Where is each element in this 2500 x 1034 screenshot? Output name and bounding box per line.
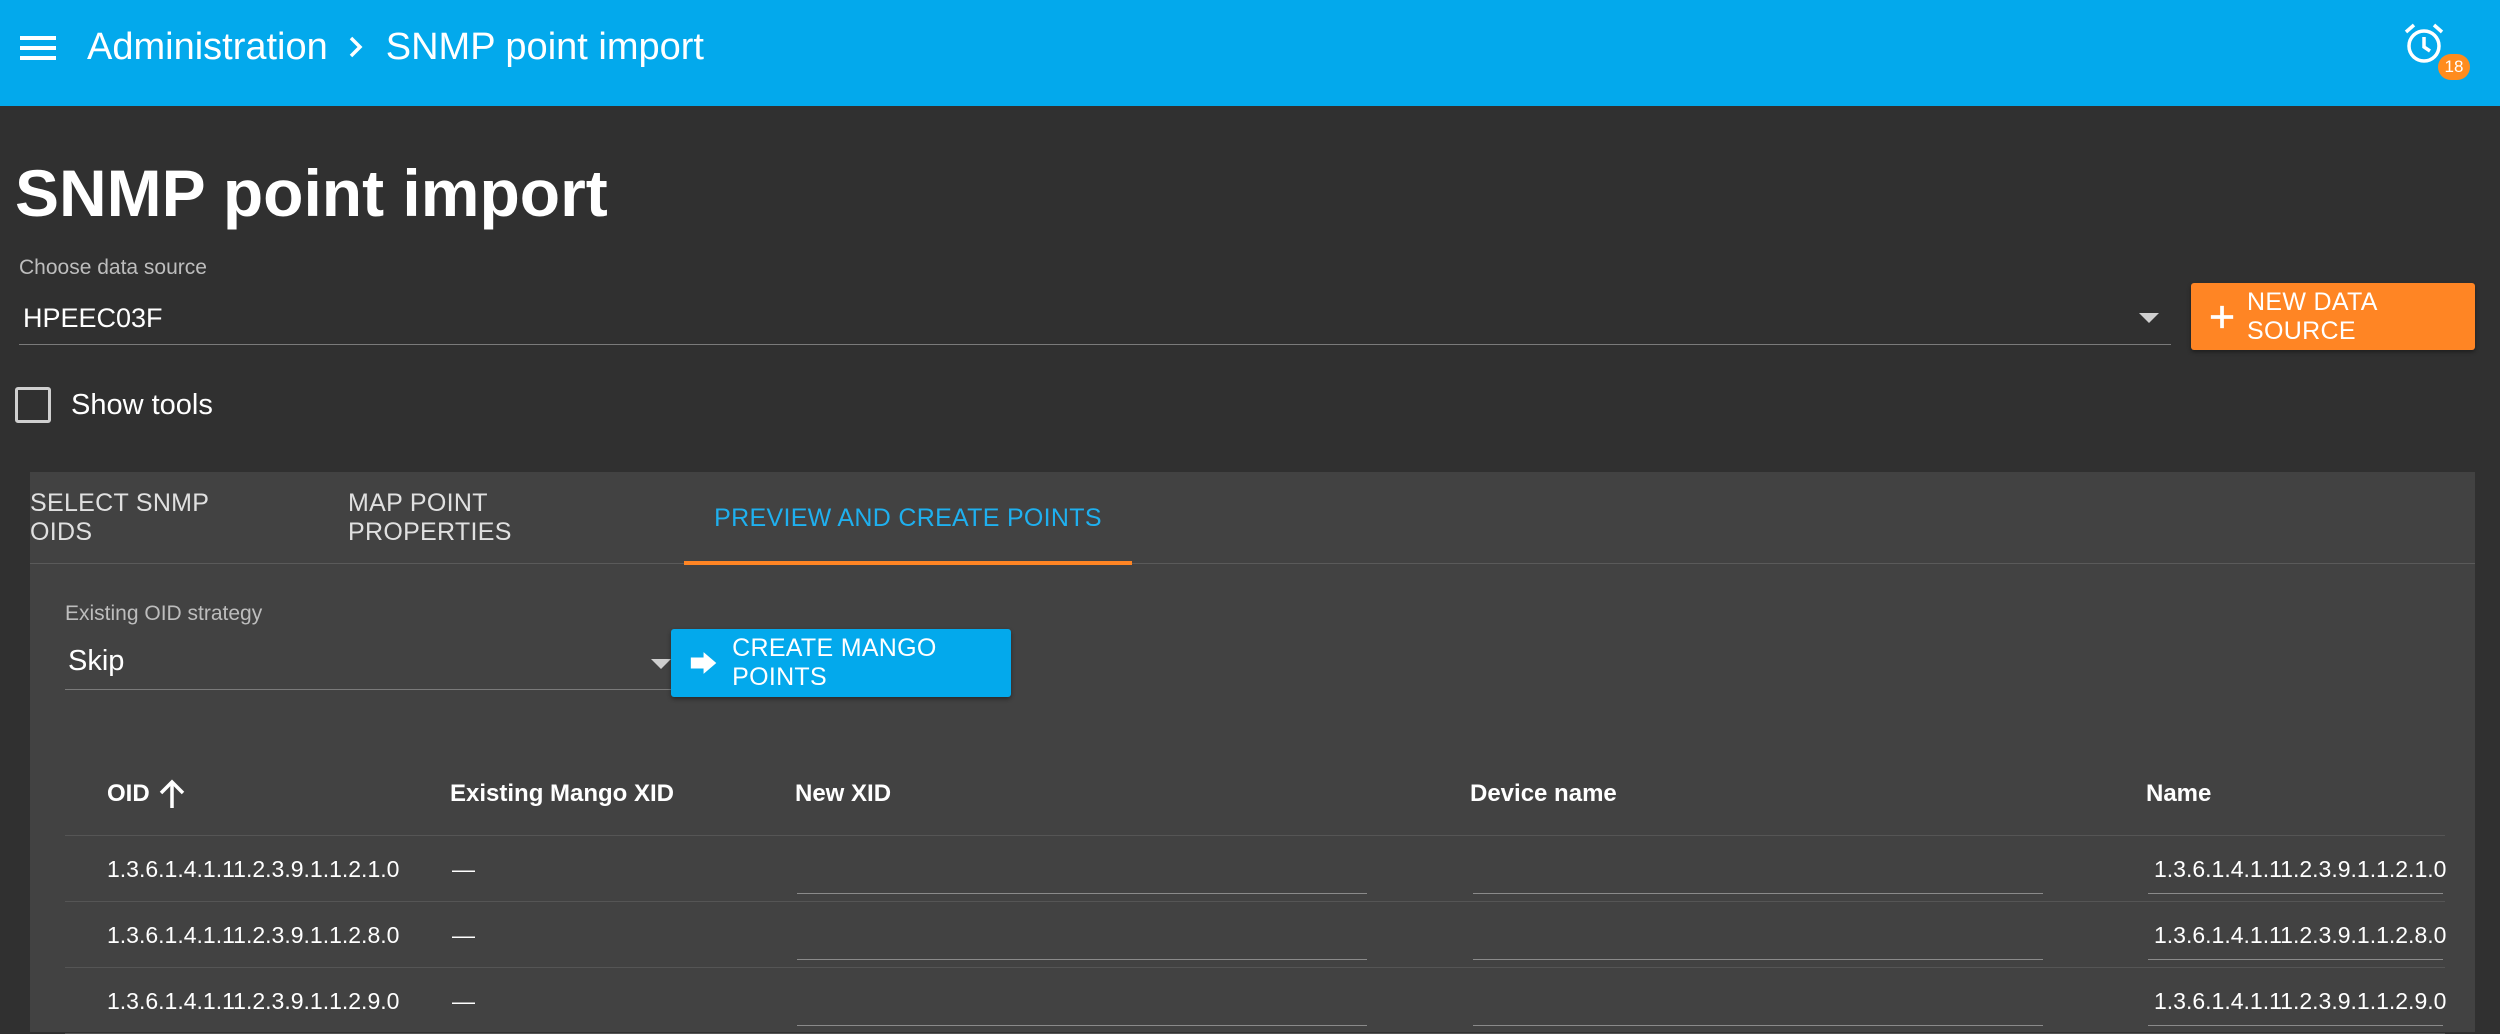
name-input[interactable]: 1.3.6.1.4.1.11.2.3.9.1.1.2.8.0 — [2148, 912, 2446, 960]
alarms-button[interactable]: 18 — [2400, 20, 2470, 80]
column-header-device-name[interactable]: Device name — [1470, 752, 1617, 836]
new-data-source-label: NEW DATA SOURCE — [2247, 287, 2377, 345]
top-app-bar: Administration SNMP point import 18 — [0, 0, 2500, 106]
cell-oid: 1.3.6.1.4.1.11.2.3.9.1.1.2.8.0 — [107, 921, 400, 948]
device-name-input[interactable] — [1473, 978, 2043, 1026]
tab-map-point-properties[interactable]: MAP POINT PROPERTIES — [348, 472, 656, 564]
new-xid-input[interactable] — [797, 912, 1367, 960]
hamburger-menu-icon — [20, 36, 56, 60]
table-row: 1.3.6.1.4.1.11.2.3.9.1.1.2.9.0 — 1.3.6.1… — [65, 968, 2446, 1034]
alarm-count-badge: 18 — [2438, 54, 2470, 80]
show-tools-label: Show tools — [71, 388, 213, 421]
breadcrumb: Administration SNMP point import — [87, 22, 704, 72]
data-source-value: HPEEC03F — [23, 303, 163, 333]
tab-select-snmp-oids[interactable]: SELECT SNMP OIDS — [30, 472, 230, 564]
name-input[interactable]: 1.3.6.1.4.1.11.2.3.9.1.1.2.9.0 — [2148, 978, 2446, 1026]
device-name-input[interactable] — [1473, 912, 2043, 960]
new-data-source-button[interactable]: NEW DATA SOURCE — [2191, 283, 2475, 350]
column-header-name[interactable]: Name — [2146, 752, 2211, 836]
cell-existing-xid: — — [452, 921, 475, 948]
cell-oid: 1.3.6.1.4.1.11.2.3.9.1.1.2.9.0 — [107, 987, 400, 1014]
cell-existing-xid: — — [452, 855, 475, 882]
create-mango-points-button[interactable]: CREATE MANGO POINTS — [671, 629, 1011, 697]
arrow-right-icon — [690, 652, 717, 674]
new-xid-input[interactable] — [797, 978, 1367, 1026]
show-tools-checkbox[interactable] — [15, 387, 51, 423]
chevron-right-icon — [348, 35, 364, 59]
column-header-oid-label: OID — [107, 780, 150, 807]
column-header-oid[interactable]: OID — [107, 752, 186, 836]
wizard-tabs: SELECT SNMP OIDS MAP POINT PROPERTIES PR… — [30, 472, 2475, 565]
data-source-label: Choose data source — [19, 256, 207, 279]
show-tools-toggle[interactable]: Show tools — [15, 385, 213, 425]
tab-preview-and-create-points[interactable]: PREVIEW AND CREATE POINTS — [684, 472, 1132, 565]
plus-icon — [2210, 305, 2234, 328]
page-title: SNMP point import — [15, 156, 608, 230]
dropdown-arrow-icon — [2139, 313, 2159, 323]
dropdown-arrow-icon — [651, 659, 671, 669]
import-wizard-card: SELECT SNMP OIDS MAP POINT PROPERTIES PR… — [30, 472, 2475, 1034]
menu-button[interactable] — [14, 24, 62, 72]
sort-ascending-icon — [159, 779, 184, 808]
column-header-new-xid[interactable]: New XID — [795, 752, 891, 836]
new-xid-input[interactable] — [797, 846, 1367, 894]
cell-existing-xid: — — [452, 987, 475, 1014]
oid-strategy-label: Existing OID strategy — [65, 602, 263, 625]
name-input[interactable]: 1.3.6.1.4.1.11.2.3.9.1.1.2.1.0 — [2148, 846, 2446, 894]
table-row: 1.3.6.1.4.1.11.2.3.9.1.1.2.1.0 — 1.3.6.1… — [65, 836, 2446, 902]
table-header: OID Existing Mango XID New XID Device na… — [65, 752, 2445, 836]
column-header-existing-xid[interactable]: Existing Mango XID — [450, 752, 674, 836]
cell-oid: 1.3.6.1.4.1.11.2.3.9.1.1.2.1.0 — [107, 855, 400, 882]
oid-strategy-select[interactable]: Skip — [65, 637, 683, 690]
create-mango-points-label: CREATE MANGO POINTS — [732, 634, 937, 691]
breadcrumb-current: SNMP point import — [385, 25, 704, 68]
table-row: 1.3.6.1.4.1.11.2.3.9.1.1.2.8.0 — 1.3.6.1… — [65, 902, 2446, 968]
breadcrumb-administration[interactable]: Administration — [87, 26, 328, 69]
data-source-select[interactable]: HPEEC03F — [19, 295, 2171, 345]
oid-strategy-value: Skip — [68, 645, 125, 677]
device-name-input[interactable] — [1473, 846, 2043, 894]
